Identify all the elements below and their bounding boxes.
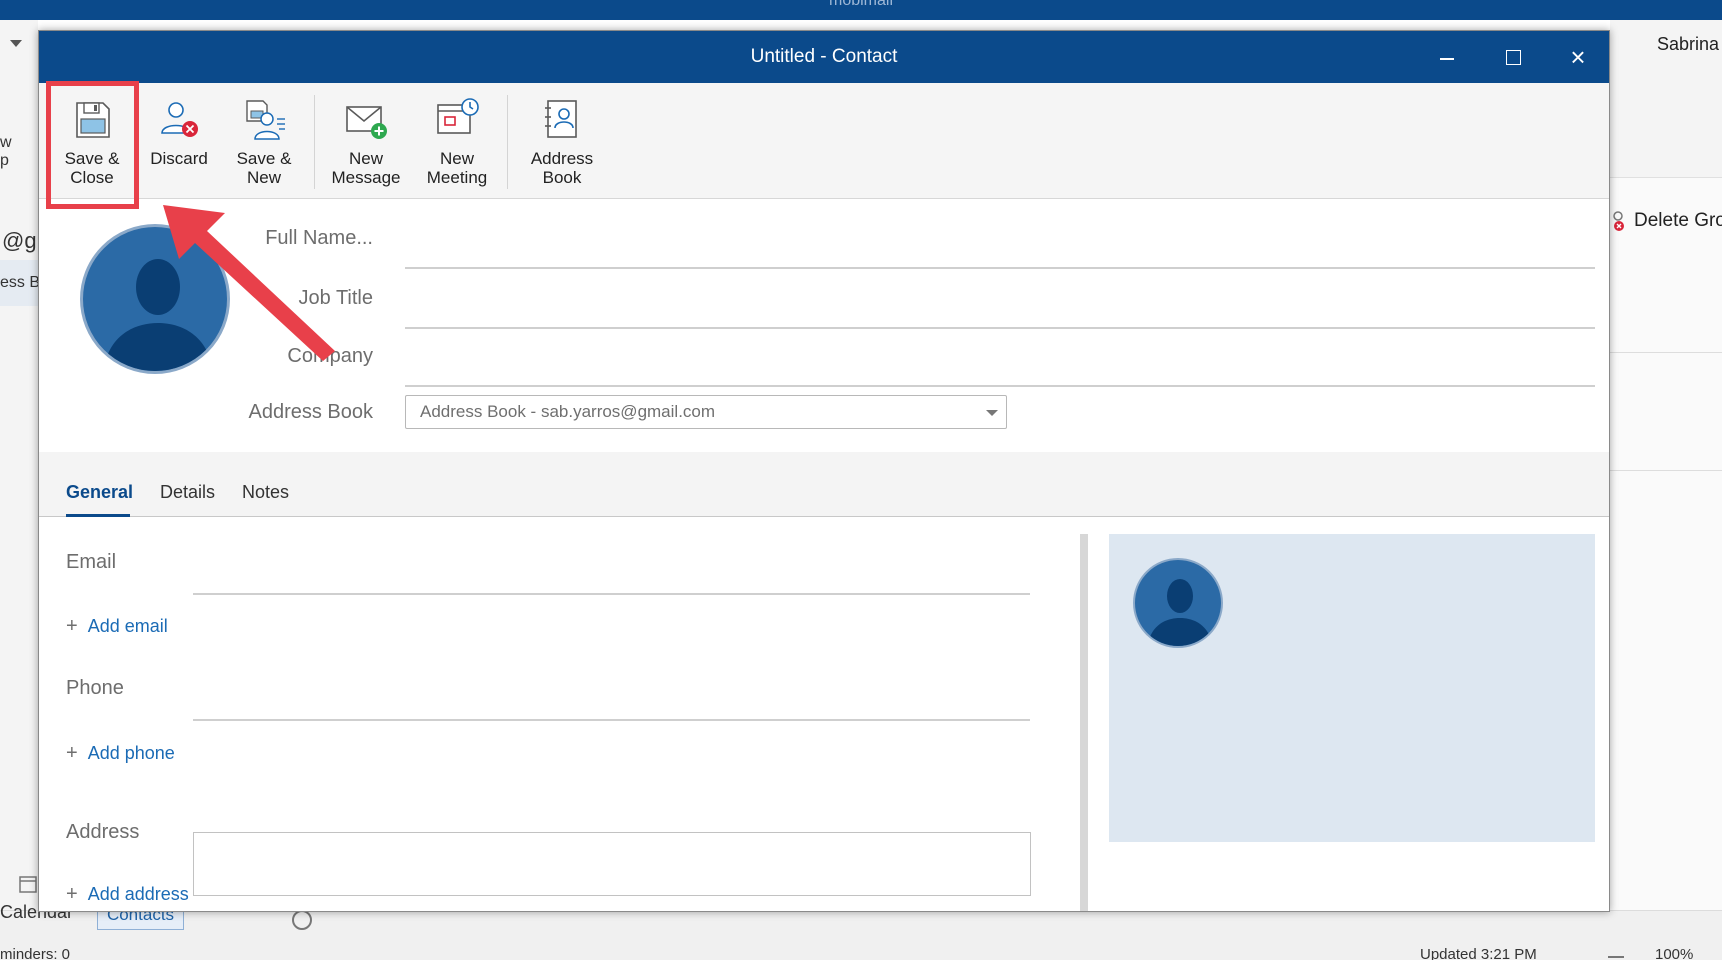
address-input[interactable] [193, 832, 1031, 896]
new-message-icon [346, 106, 387, 139]
pointer-arrow-icon [163, 205, 335, 361]
left-fragment-3: @g [2, 228, 37, 253]
contact-card-preview [1109, 534, 1595, 842]
phone-input[interactable] [193, 719, 1030, 721]
collapse-caret-icon[interactable] [10, 40, 22, 47]
address-label: Address [66, 821, 140, 843]
delete-group-icon [1613, 211, 1624, 231]
add-email-label: Add email [87, 616, 168, 636]
left-fragment-4: ess B [0, 274, 41, 291]
person-silhouette-icon [1147, 579, 1213, 646]
phone-label: Phone [66, 677, 124, 699]
calendar-icon[interactable] [18, 874, 38, 894]
left-fragment-2: p [0, 152, 9, 169]
left-fragment-1: w [0, 134, 12, 151]
app-title: mobimail [828, 0, 893, 9]
ribbon-separator-2 [507, 95, 508, 189]
address-book-select-value: Address Book - sab.yarros@gmail.com [420, 402, 716, 421]
contact-dialog: Untitled - Contact × Save & Close Discar… [38, 30, 1610, 912]
new-meeting-icon [437, 98, 479, 134]
plus-icon: + [66, 742, 78, 764]
add-address-label: Add address [87, 884, 189, 904]
address-book-select[interactable]: Address Book - sab.yarros@gmail.com [405, 395, 1007, 429]
globe-icon[interactable] [292, 910, 312, 930]
discard-label: Discard [150, 149, 208, 168]
add-phone-label: Add phone [87, 743, 175, 763]
status-updated: Updated 3:21 PM [1420, 946, 1537, 960]
plus-icon: + [66, 883, 78, 905]
dialog-title-bar[interactable]: Untitled - Contact × [39, 31, 1609, 83]
discard-button[interactable]: Discard [139, 91, 219, 191]
email-label: Email [66, 551, 117, 573]
app-title-bar: mobimail [0, 0, 1722, 20]
save-close-highlight [46, 81, 139, 209]
new-message-label: New Message [331, 149, 401, 187]
new-meeting-button[interactable]: New Meeting [417, 91, 497, 191]
right-divider [1610, 352, 1722, 353]
plus-icon: + [66, 615, 78, 637]
email-input[interactable] [193, 593, 1030, 595]
add-address-link[interactable]: + Add address [66, 883, 189, 906]
discard-contact-icon [161, 102, 198, 137]
full-name-input[interactable] [405, 267, 1595, 269]
zoom-out-icon[interactable] [1608, 956, 1624, 958]
add-phone-link[interactable]: + Add phone [66, 742, 175, 765]
vertical-scrollbar[interactable] [1080, 534, 1088, 911]
new-meeting-label: New Meeting [426, 149, 488, 187]
tab-bar: General Details Notes [39, 452, 1609, 517]
minimize-button[interactable] [1429, 41, 1465, 73]
save-new-label: Save & New [236, 149, 292, 187]
tab-general[interactable]: General [66, 482, 133, 503]
active-tab-indicator [66, 514, 130, 517]
ribbon-separator [314, 95, 315, 189]
new-message-button[interactable]: New Message [327, 91, 405, 191]
tab-details[interactable]: Details [160, 482, 215, 503]
address-book-label: Address Book [530, 149, 594, 187]
status-reminders: minders: 0 [0, 946, 71, 960]
address-book-button[interactable]: Address Book [521, 91, 603, 191]
maximize-button[interactable] [1495, 41, 1531, 73]
address-book-icon [545, 100, 577, 138]
close-button[interactable]: × [1560, 41, 1596, 73]
add-email-link[interactable]: + Add email [66, 615, 168, 638]
save-new-icon [246, 100, 285, 140]
job-title-input[interactable] [405, 327, 1595, 329]
dialog-title: Untitled - Contact [750, 46, 898, 67]
zoom-level[interactable]: 100% [1655, 946, 1693, 960]
chevron-down-icon [986, 410, 998, 416]
right-divider-2 [1610, 470, 1722, 471]
user-name[interactable]: Sabrina [1657, 34, 1719, 55]
company-input[interactable] [405, 385, 1595, 387]
tab-notes[interactable]: Notes [242, 482, 289, 503]
address-book-field-label: Address Book [248, 401, 373, 423]
delete-group-label: Delete Gro [1634, 210, 1722, 231]
ribbon-toolbar: Save & Close Discard Save & New New Mess… [39, 83, 1609, 199]
save-new-button[interactable]: Save & New [225, 91, 303, 191]
preview-photo [1133, 558, 1223, 648]
delete-group-button[interactable]: Delete Gro [1612, 210, 1722, 232]
